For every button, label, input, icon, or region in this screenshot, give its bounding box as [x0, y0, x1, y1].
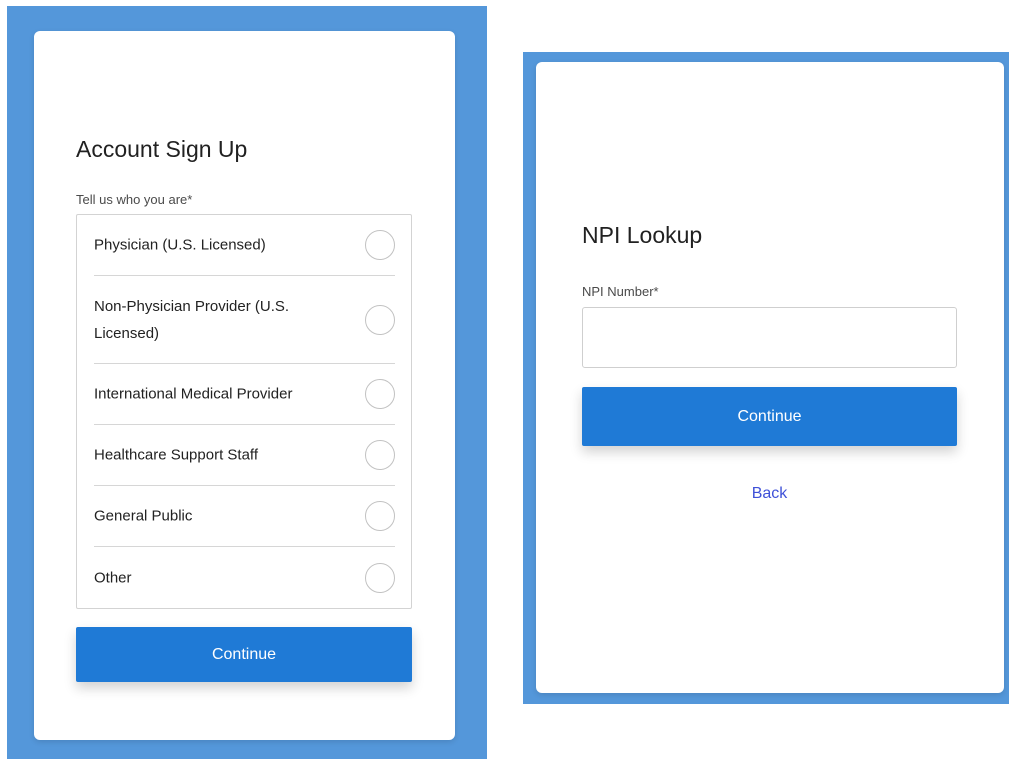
npi-card	[536, 62, 1004, 693]
required-marker: *	[653, 284, 659, 299]
signup-title: Account Sign Up	[76, 136, 248, 162]
radio-button[interactable]	[365, 304, 395, 335]
role-option-label: Healthcare Support Staff	[94, 446, 258, 464]
role-option-general-public[interactable]: General Public	[94, 486, 395, 547]
radio-button[interactable]	[365, 379, 395, 409]
role-option-non-physician-provider[interactable]: Non-Physician Provider (U.S. Licensed)	[94, 276, 395, 364]
role-option-label: Physician (U.S. Licensed)	[94, 236, 266, 254]
role-option-healthcare-support-staff[interactable]: Healthcare Support Staff	[94, 425, 395, 486]
role-option-label: Other	[94, 569, 132, 586]
role-option-label: International Medical Provider	[94, 385, 293, 403]
role-option-other[interactable]: Other	[94, 547, 395, 608]
required-marker: *	[187, 192, 193, 207]
back-link[interactable]: Back	[582, 485, 957, 503]
role-option-label: Non-Physician Provider (U.S. Licensed)	[94, 297, 290, 342]
npi-number-label: NPI Number*	[582, 284, 659, 299]
radio-button[interactable]	[365, 230, 395, 260]
role-label: Tell us who you are*	[76, 192, 192, 207]
role-option-physician[interactable]: Physician (U.S. Licensed)	[94, 215, 395, 276]
signup-continue-button[interactable]: Continue	[76, 627, 412, 682]
radio-button[interactable]	[365, 501, 395, 531]
npi-continue-button[interactable]: Continue	[582, 387, 957, 446]
radio-button[interactable]	[365, 562, 395, 593]
npi-title: NPI Lookup	[582, 222, 703, 248]
npi-number-label-text: NPI Number	[582, 284, 654, 299]
role-radio-group: Physician (U.S. Licensed) Non-Physician …	[76, 214, 412, 609]
role-option-label: General Public	[94, 507, 193, 525]
role-label-text: Tell us who you are	[76, 192, 188, 207]
radio-button[interactable]	[365, 440, 395, 470]
npi-number-input[interactable]	[582, 307, 957, 368]
role-option-international-medical-provider[interactable]: International Medical Provider	[94, 364, 395, 425]
